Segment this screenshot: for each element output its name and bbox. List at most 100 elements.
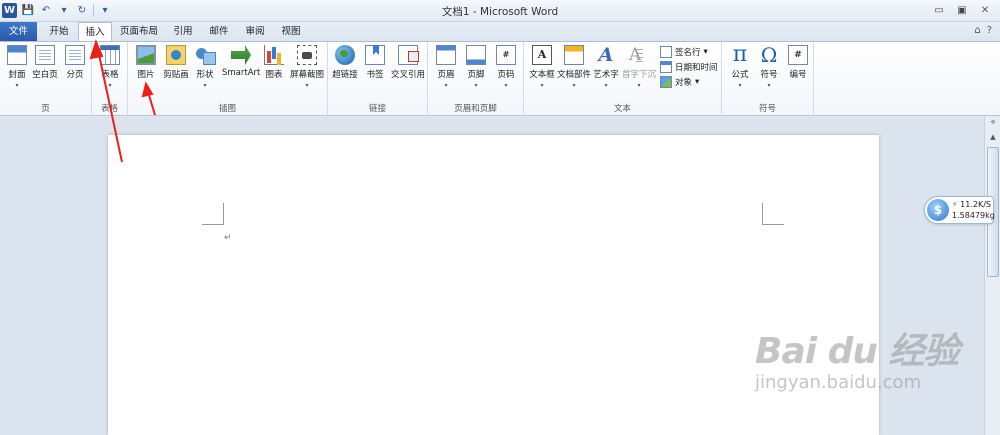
symbol-button[interactable]: Ω 符号 ▾ [754,45,784,89]
group-illustrations-label: 插图 [218,104,236,114]
table-button[interactable]: 表格 ▾ [95,45,125,89]
date-time-icon [660,61,672,73]
help-icon[interactable]: ? [987,25,992,36]
close-button[interactable]: ✕ [974,2,996,18]
cover-page-icon [7,45,27,65]
table-dropdown-icon: ▾ [108,82,112,89]
equation-dropdown-icon: ▾ [738,82,742,89]
drop-cap-icon: A [629,45,649,65]
tab-references[interactable]: 引用 [166,22,200,41]
minimize-button[interactable]: ▭ [928,2,950,18]
blank-page-label: 空白页 [32,70,58,80]
header-icon [436,45,456,65]
textbox-label: 文本框 [529,70,555,80]
group-illustrations: 图片 剪贴画 形状 ▾ SmartArt 图表 屏幕截图 ▾ 插图 [128,42,328,117]
title-bar: W 💾 ↶ ▾ ↻ ▾ 文档1 - Microsoft Word ▭ ▣ ✕ [0,0,1000,22]
ribbon-tab-row: 文件 开始 插入 页面布局 引用 邮件 审阅 视图 ⌂ ? [0,22,1000,42]
footer-button[interactable]: 页脚 ▾ [461,45,491,89]
group-text-label: 文本 [613,104,631,114]
equation-button[interactable]: π 公式 ▾ [725,42,755,90]
footer-icon [466,45,486,65]
signature-dropdown-icon: ▾ [703,47,708,57]
textbox-button[interactable]: A 文本框 ▾ [527,45,557,89]
chart-button[interactable]: 图表 [259,45,289,80]
textbox-dropdown-icon: ▾ [540,82,544,89]
scroll-up-icon[interactable]: ▲ [986,133,1000,145]
tab-insert[interactable]: 插入 [78,22,112,42]
smartart-button[interactable]: SmartArt [222,45,260,78]
hyperlink-button[interactable]: 超链接 [330,45,360,80]
screenshot-icon [297,45,317,65]
page-break-icon [65,45,85,65]
quick-parts-dropdown-icon: ▾ [572,82,576,89]
vertical-scrollbar[interactable]: ⌖ ▲ [984,117,1000,435]
numbering-icon: # [788,45,808,65]
clipart-button[interactable]: 剪贴画 [161,45,191,80]
numbering-button[interactable]: # 编号 [783,45,813,80]
tab-view[interactable]: 视图 [274,22,308,41]
picture-label: 图片 [137,70,155,80]
textbox-icon: A [532,45,552,65]
bookmark-icon [365,45,385,65]
shapes-icon [195,45,216,65]
date-time-label: 日期和时间 [675,63,718,73]
drop-cap-button[interactable]: A 首字下沉 ▾ [622,45,656,89]
signature-line-button[interactable]: 签名行 ▾ [660,45,708,59]
tabrow-right-controls: ⌂ ? [974,25,992,36]
crop-mark-top-left [202,203,224,225]
symbol-dropdown-icon: ▾ [767,82,771,89]
cover-page-button[interactable]: 封面 ▾ [2,45,32,89]
header-dropdown-icon: ▾ [444,82,448,89]
watermark-main: Bai du 经验 [755,331,960,372]
cover-dropdown-icon: ▾ [15,82,19,89]
cross-reference-button[interactable]: 交叉引用 [390,45,426,80]
picture-button[interactable]: 图片 [131,45,161,80]
page-break-button[interactable]: 分页 [60,45,90,80]
wordart-button[interactable]: A 艺术字 ▾ [591,45,621,89]
object-dropdown-icon: ▾ [695,77,700,87]
object-icon [660,76,672,88]
omega-icon: Ω [760,43,778,67]
header-label: 页眉 [437,70,455,80]
window-controls: ▭ ▣ ✕ [928,2,996,18]
tab-review[interactable]: 审阅 [238,22,272,41]
group-links-label: 链接 [368,104,386,114]
symbol-label: 符号 [760,70,778,80]
wordart-icon: A [598,44,614,66]
maximize-button[interactable]: ▣ [951,2,973,18]
page-number-button[interactable]: # 页码 ▾ [491,45,521,89]
group-pages: 封面 ▾ 空白页 分页 页 [0,42,92,117]
widget-speed: 11.2K/S [960,200,992,209]
speed-widget[interactable]: $ ⚡ 11.2K/S 1.58479kg [924,196,995,224]
pi-icon: π [732,42,748,67]
object-label: 对象 [675,78,693,88]
cover-page-label: 封面 [8,70,26,80]
drop-cap-dropdown-icon: ▾ [637,82,641,89]
bookmark-button[interactable]: 书签 [360,45,390,80]
chart-label: 图表 [265,70,283,80]
shapes-button[interactable]: 形状 ▾ [190,45,220,89]
blank-page-icon [35,45,55,65]
smartart-icon [231,45,251,65]
tab-page-layout[interactable]: 页面布局 [114,22,164,41]
tab-home[interactable]: 开始 [41,22,77,41]
screenshot-button[interactable]: 屏幕截图 ▾ [290,45,324,89]
group-symbols: π 公式 ▾ Ω 符号 ▾ # 编号 符号 [722,42,814,117]
ruler-toggle-icon[interactable]: ⌖ [986,118,1000,132]
cross-reference-icon [398,45,419,65]
wordart-label: 艺术字 [593,70,619,80]
group-tables-label: 表格 [100,104,118,114]
blank-page-button[interactable]: 空白页 [30,45,60,80]
tab-mailings[interactable]: 邮件 [202,22,236,41]
object-button[interactable]: 对象 ▾ [660,75,699,89]
widget-weight: 1.58479kg [952,211,995,220]
header-button[interactable]: 页眉 ▾ [431,45,461,89]
quick-parts-button[interactable]: 文档部件 ▾ [557,45,591,89]
date-time-button[interactable]: 日期和时间 [660,60,718,74]
quick-parts-label: 文档部件 [557,70,592,80]
picture-icon [136,45,156,65]
chart-icon [264,45,284,65]
tab-file[interactable]: 文件 [0,22,37,41]
minimize-ribbon-icon[interactable]: ⌂ [974,25,980,36]
quick-parts-icon [564,45,584,65]
